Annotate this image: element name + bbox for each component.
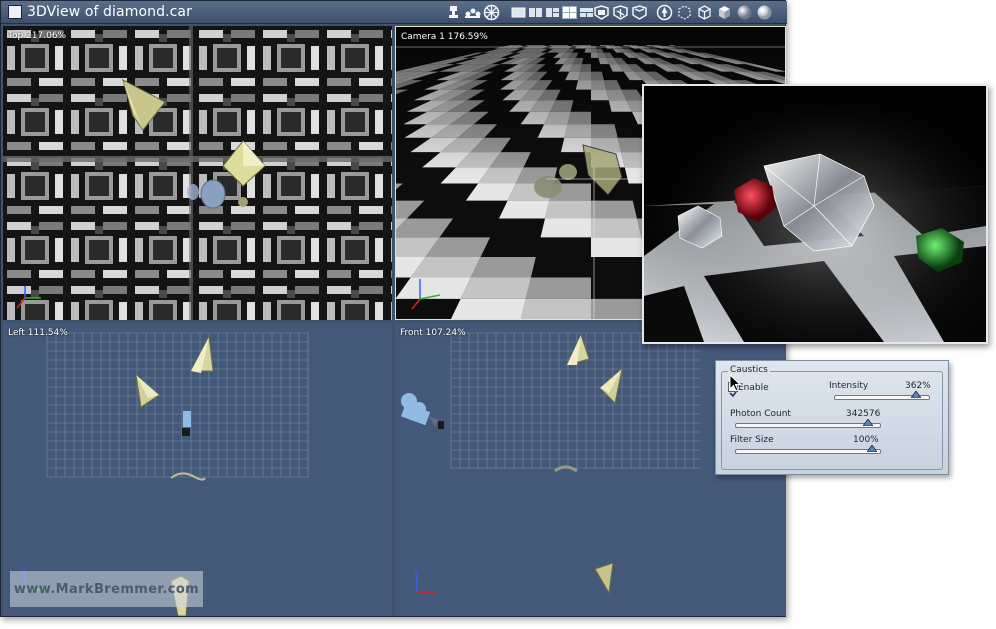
- render-preview: [642, 84, 988, 344]
- intensity-slider[interactable]: [834, 391, 930, 400]
- intensity-value: 362%: [905, 381, 931, 391]
- svg-text:Z: Z: [413, 568, 418, 576]
- wireframe-icon[interactable]: [696, 4, 713, 21]
- cameras-group-icon[interactable]: [464, 4, 481, 21]
- front-axis-gizmo: Z: [413, 568, 435, 593]
- view-front-icon[interactable]: [593, 4, 610, 21]
- view-top-icon[interactable]: [631, 4, 648, 21]
- window-close-box[interactable]: [8, 5, 22, 19]
- viewport-camera-label: Camera 1 176.59%: [401, 32, 488, 42]
- navigate-icon[interactable]: [656, 4, 673, 21]
- view-side-icon[interactable]: [612, 4, 629, 21]
- filter-size-label: Filter Size: [730, 435, 774, 445]
- bounding-box-icon[interactable]: [676, 4, 693, 21]
- filter-size-value: 100%: [853, 435, 879, 445]
- mouse-cursor-icon: [729, 374, 742, 392]
- photon-count-slider-thumb[interactable]: [863, 419, 873, 426]
- filter-size-slider[interactable]: [735, 445, 881, 454]
- photon-count-label: Photon Count: [730, 409, 791, 419]
- title-bar[interactable]: 3DView of diamond.car: [1, 1, 787, 24]
- layout-four-icon[interactable]: [561, 4, 578, 21]
- window-title: 3DView of diamond.car: [27, 4, 192, 20]
- filter-size-slider-thumb[interactable]: [867, 445, 877, 452]
- layout-two-icon[interactable]: [527, 4, 544, 21]
- viewport-front-label: Front 107.24%: [400, 328, 466, 338]
- watermark-text: www.MarkBremmer.com: [13, 581, 200, 597]
- smooth-shade-icon[interactable]: [736, 4, 753, 21]
- caustics-panel: Caustics Enable Intensity 362% Photon Co…: [715, 360, 949, 475]
- photon-count-value: 342576: [846, 409, 881, 419]
- viewport-top[interactable]: Top 217.06%: [3, 26, 392, 320]
- globe-icon[interactable]: [483, 4, 500, 21]
- viewport-top-label: Top 217.06%: [8, 31, 67, 41]
- intensity-label: Intensity: [829, 381, 869, 391]
- photon-count-slider[interactable]: [735, 419, 881, 428]
- textured-shade-icon[interactable]: [756, 4, 773, 21]
- intensity-slider-thumb[interactable]: [911, 391, 921, 398]
- flat-shade-icon[interactable]: [716, 4, 733, 21]
- watermark-banner: www.MarkBremmer.com: [10, 571, 203, 607]
- layout-single-icon[interactable]: [510, 4, 527, 21]
- layout-three-icon[interactable]: [544, 4, 561, 21]
- rendered-image: [644, 86, 986, 342]
- top-view-scene: [3, 26, 392, 320]
- camera-light-icon[interactable]: [445, 4, 462, 21]
- viewport-left-label: Left 111.54%: [8, 328, 68, 338]
